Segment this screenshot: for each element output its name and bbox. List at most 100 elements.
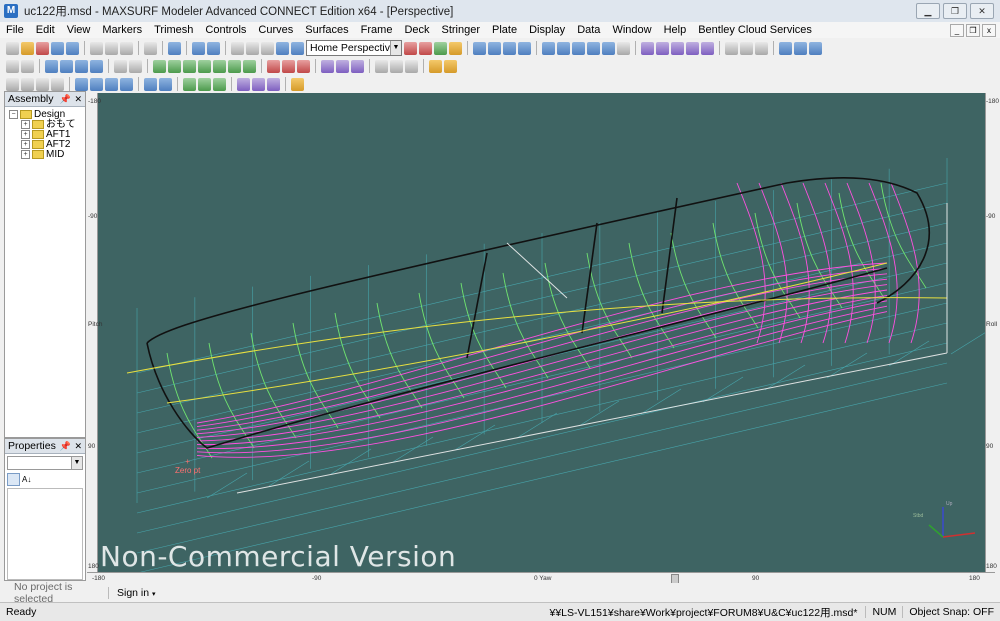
print-icon[interactable] bbox=[144, 41, 157, 55]
tree-item-mid[interactable]: + MID bbox=[21, 150, 64, 160]
body-view-icon[interactable] bbox=[518, 41, 531, 55]
add-row-icon[interactable] bbox=[60, 59, 73, 73]
perspective-viewport[interactable]: + Zero pt Up Stbd bbox=[87, 93, 995, 579]
menu-data[interactable]: Data bbox=[571, 22, 606, 38]
restore-icon[interactable]: ❐ bbox=[943, 3, 967, 19]
menu-edit[interactable]: Edit bbox=[30, 22, 61, 38]
control-points-icon[interactable] bbox=[557, 41, 570, 55]
contours-icon[interactable] bbox=[144, 77, 157, 91]
categorized-icon[interactable] bbox=[7, 472, 20, 486]
menu-bentley-cloud[interactable]: Bentley Cloud Services bbox=[692, 22, 818, 38]
collapse-icon[interactable]: − bbox=[9, 110, 18, 119]
bond-icon[interactable] bbox=[701, 41, 714, 55]
pin-icon[interactable]: 📌 bbox=[60, 439, 71, 453]
menu-surfaces[interactable]: Surfaces bbox=[299, 22, 354, 38]
section-view-icon[interactable] bbox=[237, 77, 250, 91]
open-icon[interactable] bbox=[21, 41, 34, 55]
expand-icon[interactable]: + bbox=[21, 140, 30, 149]
marker-fit-icon[interactable] bbox=[336, 59, 349, 73]
box-icon[interactable] bbox=[198, 77, 211, 91]
zoom-out-icon[interactable] bbox=[246, 41, 259, 55]
frame-icon[interactable] bbox=[51, 77, 64, 91]
paste-icon[interactable] bbox=[120, 41, 133, 55]
pin-icon[interactable]: 📌 bbox=[60, 92, 71, 106]
unbond-icon[interactable] bbox=[297, 59, 310, 73]
copy-surface-icon[interactable] bbox=[153, 59, 166, 73]
view-select[interactable]: Home Perspective ▼ bbox=[306, 40, 402, 56]
spread-icon[interactable] bbox=[243, 59, 256, 73]
delete-point-icon[interactable] bbox=[90, 59, 103, 73]
mdi-close-icon[interactable]: x bbox=[982, 24, 996, 37]
cascade-icon[interactable] bbox=[809, 41, 822, 55]
select-icon[interactable] bbox=[641, 41, 654, 55]
diagonals-icon[interactable] bbox=[120, 77, 133, 91]
save-icon[interactable] bbox=[51, 41, 64, 55]
close-icon[interactable]: ✕ bbox=[74, 92, 82, 106]
profile-view-icon[interactable] bbox=[503, 41, 516, 55]
fit-surface-icon[interactable] bbox=[183, 59, 196, 73]
menu-help[interactable]: Help bbox=[658, 22, 693, 38]
minimize-icon[interactable]: ▁ bbox=[916, 3, 940, 19]
expand-icon[interactable]: + bbox=[21, 130, 30, 139]
mirror-icon[interactable] bbox=[755, 41, 768, 55]
paste-surface-icon[interactable] bbox=[168, 59, 181, 73]
flip-icon[interactable] bbox=[183, 77, 196, 91]
menu-view[interactable]: View bbox=[61, 22, 97, 38]
expand-icon[interactable]: + bbox=[21, 150, 30, 159]
straighten-icon[interactable] bbox=[213, 59, 226, 73]
markers-icon[interactable] bbox=[587, 41, 600, 55]
menu-frame[interactable]: Frame bbox=[355, 22, 399, 38]
smooth-icon[interactable] bbox=[198, 59, 211, 73]
app-icon[interactable]: M bbox=[4, 4, 18, 18]
menu-deck[interactable]: Deck bbox=[398, 22, 435, 38]
object-select[interactable]: ▼ bbox=[7, 456, 83, 470]
menu-markers[interactable]: Markers bbox=[96, 22, 148, 38]
plan-view-icon[interactable] bbox=[488, 41, 501, 55]
cut-icon[interactable] bbox=[90, 41, 103, 55]
menu-file[interactable]: File bbox=[0, 22, 30, 38]
pencil-icon[interactable] bbox=[6, 59, 19, 73]
info-icon[interactable] bbox=[168, 41, 181, 55]
pan-icon[interactable] bbox=[291, 41, 304, 55]
marker-delete-icon[interactable] bbox=[351, 59, 364, 73]
window-layout-icon[interactable] bbox=[779, 41, 792, 55]
menu-window[interactable]: Window bbox=[606, 22, 657, 38]
undo-icon[interactable] bbox=[192, 41, 205, 55]
gaussian-icon[interactable] bbox=[405, 59, 418, 73]
save-as-icon[interactable] bbox=[66, 41, 79, 55]
tag-icon[interactable] bbox=[252, 77, 265, 91]
deck-icon[interactable] bbox=[36, 77, 49, 91]
curvature-icon[interactable] bbox=[375, 59, 388, 73]
frame-view-icon[interactable] bbox=[473, 41, 486, 55]
light-icon[interactable] bbox=[444, 59, 457, 73]
menu-controls[interactable]: Controls bbox=[199, 22, 252, 38]
outline-icon[interactable] bbox=[159, 77, 172, 91]
plate-icon[interactable] bbox=[21, 77, 34, 91]
bond-edge-icon[interactable] bbox=[282, 59, 295, 73]
redo-icon[interactable] bbox=[207, 41, 220, 55]
menu-trimesh[interactable]: Trimesh bbox=[148, 22, 199, 38]
zebra-icon[interactable] bbox=[390, 59, 403, 73]
menu-stringer[interactable]: Stringer bbox=[436, 22, 487, 38]
waterlines-icon[interactable] bbox=[105, 77, 118, 91]
mdi-minimize-icon[interactable]: _ bbox=[950, 24, 964, 37]
add-column-icon[interactable] bbox=[75, 59, 88, 73]
arc-icon[interactable] bbox=[21, 59, 34, 73]
sign-in-button[interactable]: Sign in ▾ bbox=[108, 586, 156, 599]
close-icon[interactable]: ✕ bbox=[74, 439, 82, 453]
alphabetical-icon[interactable]: A↓ bbox=[22, 475, 31, 484]
move-icon[interactable] bbox=[656, 41, 669, 55]
paint-icon[interactable] bbox=[291, 77, 304, 91]
link-icon[interactable] bbox=[267, 77, 280, 91]
zoom-fit-icon[interactable] bbox=[261, 41, 274, 55]
property-grid[interactable] bbox=[7, 488, 83, 580]
shade-icon[interactable] bbox=[434, 41, 447, 55]
symmetry-icon[interactable] bbox=[740, 41, 753, 55]
sections-icon[interactable] bbox=[75, 77, 88, 91]
add-point-icon[interactable] bbox=[45, 59, 58, 73]
zoom-icon[interactable] bbox=[231, 41, 244, 55]
menu-display[interactable]: Display bbox=[523, 22, 571, 38]
render-icon[interactable] bbox=[449, 41, 462, 55]
grid-icon[interactable] bbox=[602, 41, 615, 55]
edit-icon[interactable] bbox=[114, 59, 127, 73]
